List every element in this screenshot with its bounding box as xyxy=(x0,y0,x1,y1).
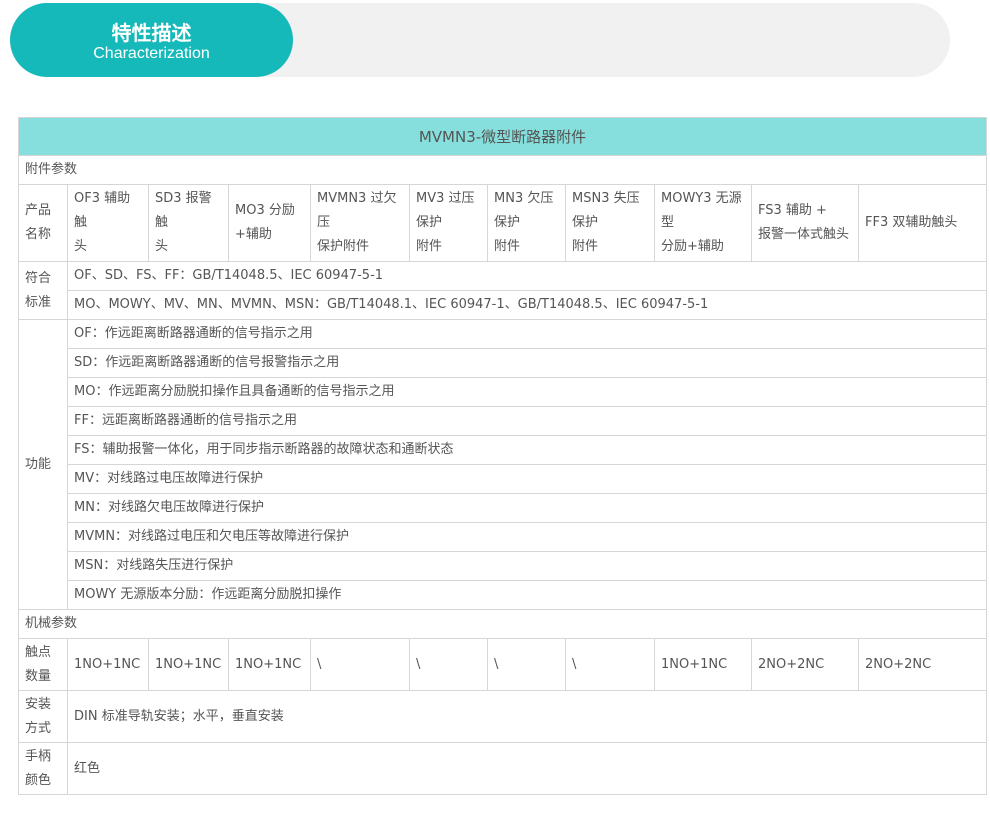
product-cell: MO3 分励 +辅助 xyxy=(228,184,311,262)
mount-text: DIN 标准导轨安装；水平，垂直安装 xyxy=(66,690,988,743)
function-label: 功能 xyxy=(18,319,68,610)
function-text: MSN：对线路失压进行保护 xyxy=(66,551,988,581)
contacts-cell: \ xyxy=(310,638,410,691)
table-row: 产品名称 OF3 辅助触头 SD3 报警触头 MO3 分励 +辅助 MVMN3 过… xyxy=(18,184,988,262)
function-text: MO：作远距离分励脱扣操作且具备通断的信号指示之用 xyxy=(66,377,988,407)
handle-label: 手柄颜色 xyxy=(18,742,68,795)
contacts-label: 触点数量 xyxy=(18,638,68,691)
function-text: FF：远距离断路器通断的信号指示之用 xyxy=(66,406,988,436)
product-cell: MSN3 失压 保护 附件 xyxy=(565,184,655,262)
table-row: MVMN：对线路过电压和欠电压等故障进行保护 xyxy=(19,522,988,552)
function-text: FS：辅助报警一体化，用于同步指示断路器的故障状态和通断状态 xyxy=(66,435,988,465)
function-text: OF：作远距离断路器通断的信号指示之用 xyxy=(66,319,988,349)
table-row: MO：作远距离分励脱扣操作且具备通断的信号指示之用 xyxy=(19,377,988,407)
contacts-cell: 2NO+2NC xyxy=(751,638,859,691)
table-row: FF：远距离断路器通断的信号指示之用 xyxy=(19,406,988,436)
product-cell: MN3 欠压 保护 附件 xyxy=(487,184,566,262)
function-text: MVMN：对线路过电压和欠电压等故障进行保护 xyxy=(66,522,988,552)
contacts-cell: 1NO+1NC xyxy=(654,638,752,691)
header-title-cn: 特性描述 xyxy=(111,21,192,45)
table-row: MN：对线路欠电压故障进行保护 xyxy=(19,493,988,523)
section-header: 特性描述 Characterization xyxy=(10,3,950,77)
product-cell: MOWY3 无源型分励+辅助 xyxy=(654,184,752,262)
table-row: MOWY 无源版本分励：作远距离分励脱扣操作 xyxy=(19,580,988,610)
product-cell: OF3 辅助触头 xyxy=(67,184,149,262)
product-cell: FF3 双辅助触头 xyxy=(857,184,988,262)
contacts-cell: \ xyxy=(409,638,488,691)
product-cell: MVMN3 过欠压保护附件 xyxy=(310,184,410,262)
contacts-cell: 2NO+2NC xyxy=(857,638,988,691)
standard-text: OF、SD、FS、FF：GB/T14048.5、IEC 60947-5-1 xyxy=(66,261,988,291)
standard-text: MO、MOWY、MV、MN、MVMN、MSN：GB/T14048.1、IEC 6… xyxy=(66,290,988,320)
header-title-en: Characterization xyxy=(93,45,210,62)
table-row: MSN：对线路失压进行保护 xyxy=(19,551,988,581)
contacts-cell: \ xyxy=(565,638,655,691)
table-row: MV：对线路过电压故障进行保护 xyxy=(19,464,988,494)
table-row: 手柄颜色 红色 xyxy=(18,742,988,795)
table-row: MO、MOWY、MV、MN、MVMN、MSN：GB/T14048.1、IEC 6… xyxy=(19,290,988,320)
table-title: MVMN3-微型断路器附件 xyxy=(17,117,988,156)
function-text: MOWY 无源版本分励：作远距离分励脱扣操作 xyxy=(66,580,988,610)
spec-table: MVMN3-微型断路器附件 附件参数 产品名称 OF3 辅助触头 SD3 报警触… xyxy=(17,117,988,795)
function-text: SD：作远距离断路器通断的信号报警指示之用 xyxy=(66,348,988,378)
section-mech: 机械参数 xyxy=(17,609,988,639)
table-row: 安装方式 DIN 标准导轨安装；水平，垂直安装 xyxy=(18,690,988,743)
handle-text: 红色 xyxy=(66,742,988,795)
table-row: FS：辅助报警一体化，用于同步指示断路器的故障状态和通断状态 xyxy=(19,435,988,465)
mount-label: 安装方式 xyxy=(18,690,68,743)
product-cell: MV3 过压 保护 附件 xyxy=(409,184,488,262)
standard-label: 符合标准 xyxy=(18,261,68,320)
table-row: 功能 OF：作远距离断路器通断的信号指示之用 xyxy=(18,319,988,610)
function-text: MV：对线路过电压故障进行保护 xyxy=(66,464,988,494)
contacts-cell: 1NO+1NC xyxy=(67,638,149,691)
contacts-cell: 1NO+1NC xyxy=(148,638,229,691)
contacts-cell: \ xyxy=(487,638,566,691)
header-pill: 特性描述 Characterization xyxy=(10,3,293,77)
function-text: MN：对线路欠电压故障进行保护 xyxy=(66,493,988,523)
contacts-cell: 1NO+1NC xyxy=(228,638,311,691)
section-params: 附件参数 xyxy=(17,155,988,185)
product-cell: SD3 报警触头 xyxy=(148,184,229,262)
table-row: SD：作远距离断路器通断的信号报警指示之用 xyxy=(19,348,988,378)
product-cell: FS3 辅助 + 报警一体式触头 xyxy=(751,184,859,262)
table-row: 符合标准 OF、SD、FS、FF：GB/T14048.5、IEC 60947-5… xyxy=(18,261,988,320)
table-row: 触点数量 1NO+1NC 1NO+1NC 1NO+1NC \ \ \ \ 1NO… xyxy=(18,638,988,691)
product-label: 产品名称 xyxy=(18,184,68,262)
